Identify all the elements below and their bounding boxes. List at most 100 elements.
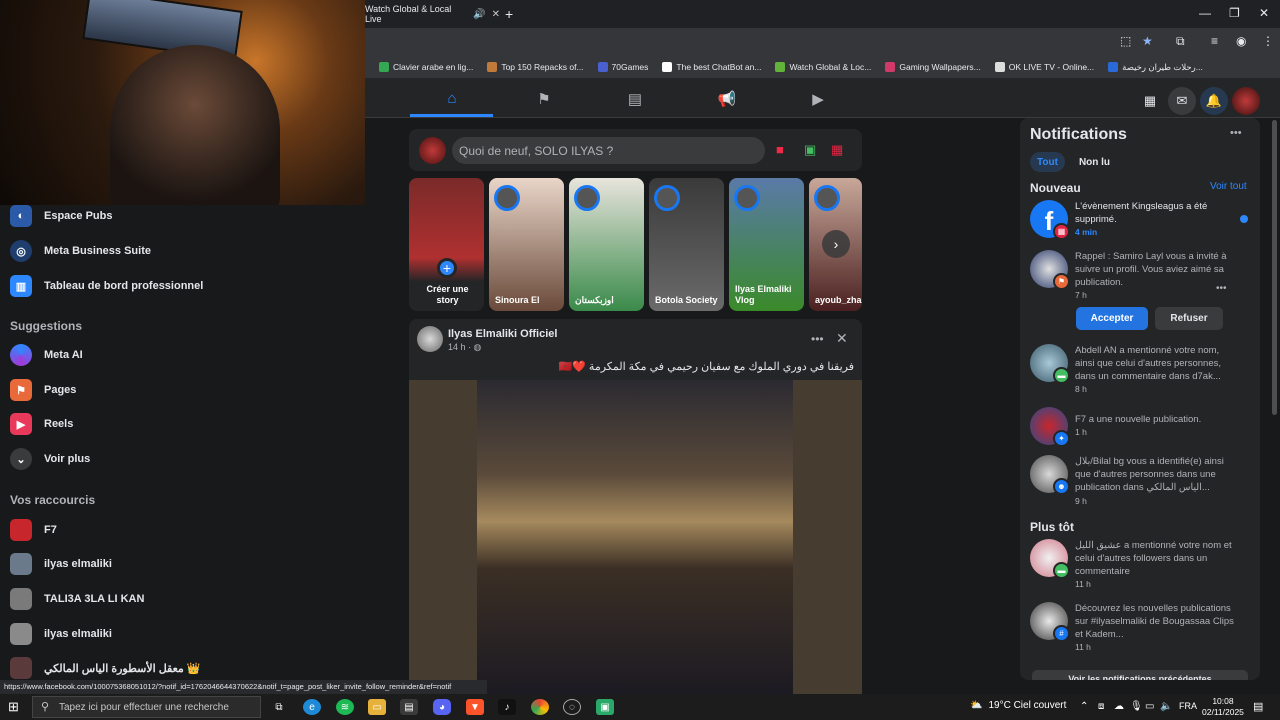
shortcut-item[interactable]: F7 [10,515,57,545]
bookmark-item[interactable]: Gaming Wallpapers... [885,62,981,72]
notification-center-icon[interactable]: ▤ [1253,700,1263,713]
star-icon[interactable]: ★ [1142,34,1153,48]
pages-flag-icon[interactable]: ⚑ [534,90,554,108]
browser-tab[interactable]: Watch Global & Local Live 🔊 ✕ [365,0,500,28]
speaker-icon[interactable]: 🔊 [473,9,485,20]
sidebar-item-ads[interactable]: ◐ Espace Pubs [10,201,112,231]
language-indicator[interactable]: FRA [1179,701,1197,711]
notification-item[interactable]: # Découvrez les nouvelles publications s… [1030,602,1252,652]
refuse-button[interactable]: Refuser [1155,307,1223,330]
weather-widget[interactable]: ⛅ 19°C Ciel couvert [970,700,1066,711]
account-avatar[interactable] [1232,87,1260,115]
sidebar-item-meta-ai[interactable]: Meta AI [10,340,83,370]
bookmark-item[interactable]: Watch Global & Loc... [775,62,871,72]
story-create[interactable]: + Créer une story [409,178,484,311]
story-card[interactable]: Ilyas Elmaliki Vlog [729,178,804,311]
more-options-icon[interactable]: ••• [1216,283,1227,294]
chevron-right-icon[interactable]: › [822,230,850,258]
brave-icon[interactable]: ▼ [466,699,484,715]
file-explorer-icon[interactable]: ▭ [368,699,386,715]
see-all-link[interactable]: Voir tout [1210,181,1247,192]
more-options-icon[interactable]: ••• [811,332,824,346]
previous-notifications-button[interactable]: Voir les notifications précédentes [1032,670,1248,680]
chrome-icon[interactable] [531,699,549,715]
extensions-icon[interactable]: ⧉ [1176,34,1185,49]
bookmark-item[interactable]: OK LIVE TV - Online... [994,62,1094,72]
notifications-bell-icon[interactable]: 🔔 [1200,87,1228,115]
ads-megaphone-icon[interactable]: 📢 [717,90,737,108]
notification-item[interactable]: f ▦ L'évènement Kingsleagus a été suppri… [1030,200,1252,240]
shortcut-avatar [10,519,32,541]
tray-chevron-icon[interactable]: ⌃ [1080,701,1088,712]
post-photo[interactable] [477,380,793,694]
tray-app-icon[interactable]: ⧈ [1098,701,1104,712]
shortcut-item[interactable]: TALI3A 3LA LI KAN [10,584,144,614]
sidebar-item-see-more[interactable]: ⌄ Voir plus [10,444,90,474]
bookmark-item[interactable]: Clavier arabe en lig... [379,62,473,72]
spotify-icon[interactable]: ≋ [336,699,354,715]
onedrive-icon[interactable]: ☁ [1114,701,1124,712]
story-card[interactable]: Sinoura El [489,178,564,311]
close-tab-icon[interactable]: ✕ [492,9,500,20]
home-icon[interactable]: ⌂ [442,90,462,108]
story-card[interactable]: Botola Society [649,178,724,311]
watch-icon[interactable]: ▶ [808,90,828,108]
insights-icon[interactable]: ▤ [625,90,645,108]
task-view-icon[interactable]: ⧉ [270,699,288,715]
menu-icon[interactable]: ⋮ [1262,34,1274,48]
sidebar-item-reels[interactable]: ▶ Reels [10,409,73,439]
story-card[interactable]: اوزبكستان [569,178,644,311]
more-options-icon[interactable]: ••• [1230,127,1242,139]
accept-button[interactable]: Accepter [1076,307,1148,330]
bookmark-item[interactable]: 70Games [597,62,648,72]
messenger-icon[interactable]: ✉ [1168,87,1196,115]
bookmark-item[interactable]: Top 150 Repacks of... [487,62,584,72]
profile-icon[interactable]: ◉ [1236,34,1246,48]
notification-item[interactable]: ▬ عشيق الليل a mentionné votre nom et ce… [1030,539,1252,589]
taskbar-search[interactable]: ⚲ Tapez ici pour effectuer une recherche [32,696,261,718]
minimize-icon[interactable]: — [1199,6,1211,20]
tiktok-icon[interactable]: ♪ [498,699,516,715]
app-icon[interactable]: ▣ [596,699,614,715]
shortcut-item[interactable]: ilyas elmaliki [10,619,112,649]
composer-input[interactable]: Quoi de neuf, SOLO ILYAS ? [452,137,765,164]
edge-icon[interactable]: e [303,699,321,715]
new-tab-button[interactable]: + [505,6,513,22]
page-scrollbar[interactable] [1272,120,1277,415]
tab-unread[interactable]: Non lu [1072,152,1117,172]
app-icon[interactable]: ◌ [563,699,581,715]
reel-icon[interactable]: ▦ [831,142,843,158]
tab-all[interactable]: Tout [1030,152,1065,172]
notification-item[interactable]: ▬ Abdell AN a mentionné votre nom, ainsi… [1030,344,1252,394]
install-icon[interactable]: ⬚ [1120,34,1131,48]
event-badge-icon: ▦ [1053,223,1070,240]
photo-icon[interactable]: ▣ [804,142,816,158]
live-video-icon[interactable]: ■ [776,142,784,157]
post-author-avatar[interactable] [417,326,443,352]
shortcut-item[interactable]: معقل الأسطورة الياس المالكي 👑 [10,653,201,683]
microphone-icon[interactable]: 🎙 [1130,701,1143,712]
notification-item[interactable]: ☻ بلال/Bilal bg vous a identifié(e) ains… [1030,455,1252,506]
notification-item[interactable]: ⚑ Rappel : Samiro Layl vous a invité à s… [1030,250,1252,300]
clock[interactable]: 10:08 02/11/2025 [1202,696,1244,718]
close-window-icon[interactable]: ✕ [1259,6,1269,20]
sidebar-item-pages[interactable]: ⚑ Pages [10,375,76,405]
media-icon[interactable]: ≡ [1211,34,1218,48]
menu-grid-icon[interactable]: ▦ [1136,87,1164,115]
sidebar-item-dashboard[interactable]: ▥ Tableau de bord professionnel [10,271,203,301]
store-icon[interactable]: ▤ [400,699,418,715]
network-icon[interactable]: ▭ [1145,701,1154,712]
windows-start-icon[interactable]: ⊞ [8,699,19,715]
discord-icon[interactable]: ◕ [433,699,451,715]
restore-icon[interactable]: ❐ [1229,6,1240,20]
bookmark-item[interactable]: The best ChatBot an... [662,62,761,72]
sidebar-item-business-suite[interactable]: ◎ Meta Business Suite [10,236,151,266]
close-post-icon[interactable]: ✕ [836,330,848,347]
shortcut-item[interactable]: ilyas elmaliki [10,549,112,579]
notification-item[interactable]: ✦ F7 a une nouvelle publication. 1 h [1030,407,1252,447]
active-tab-indicator [410,114,493,117]
bookmark-item[interactable]: رحلات طيران رخيصة... [1108,62,1203,73]
volume-icon[interactable]: 🔈 [1160,701,1172,712]
globe-icon: ◍ [473,342,482,352]
post-author[interactable]: Ilyas Elmaliki Officiel [448,328,557,340]
